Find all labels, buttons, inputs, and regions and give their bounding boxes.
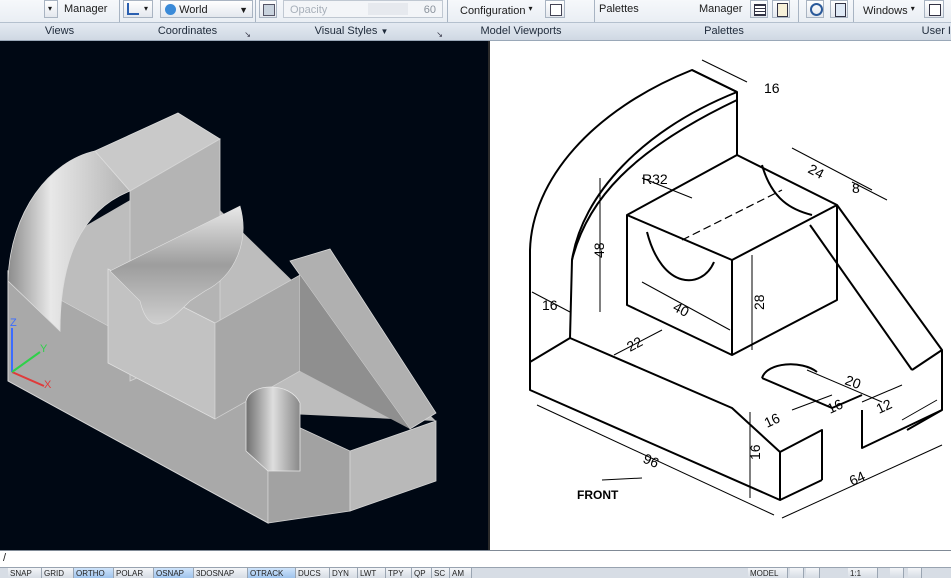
block-top-edge — [626, 214, 733, 261]
dim-16-base: 16 — [747, 444, 763, 460]
dim-16-top: 16 — [764, 80, 780, 96]
groove-line — [681, 189, 783, 241]
front-right-face — [349, 420, 437, 512]
shaded-solid — [7, 112, 437, 524]
status-bar: SNAP GRID ORTHO POLAR OSNAP 3DOSNAP OTRA… — [0, 567, 951, 578]
panel-title-coordinates[interactable]: Coordinates ↘ — [120, 23, 255, 40]
switch-windows-button[interactable]: Windows ▾ — [863, 0, 915, 18]
ribbon: ▾ Manager ▾ World ▼ Opacity 60 Configura… — [0, 0, 951, 41]
front-step — [779, 429, 823, 480]
base-outline — [529, 362, 781, 501]
opacity-slider[interactable]: Opacity 60 — [283, 0, 443, 18]
dim-96: 96 — [641, 450, 662, 471]
views-dropdown[interactable]: ▾ — [44, 0, 58, 18]
dim-8: 8 — [852, 180, 860, 196]
window-icon — [929, 4, 941, 16]
cube-icon — [263, 4, 275, 16]
groove-arc — [646, 231, 715, 282]
isometric-drawing: 16 24 8 R32 48 16 40 28 22 20 16 16 12 1… — [529, 59, 943, 519]
ucs-icon — [127, 3, 139, 15]
quickcalc-button[interactable] — [830, 0, 848, 18]
calculator-icon — [835, 3, 846, 17]
dim-64: 64 — [847, 468, 868, 489]
window-tile-button[interactable] — [924, 0, 944, 18]
chevron-down-icon: ▾ — [910, 4, 915, 13]
quarter-round — [529, 69, 738, 362]
dim-40: 40 — [671, 299, 692, 321]
panel-title-palettes[interactable]: Palettes — [595, 23, 853, 40]
chevron-down-icon: ▾ — [144, 4, 149, 13]
panel-title-user-interface[interactable]: User I — [854, 23, 951, 40]
dim-20: 20 — [843, 372, 863, 392]
chevron-down-icon: ▾ — [48, 4, 53, 13]
chevron-down-icon: ▼ — [239, 5, 248, 15]
chevron-down-icon: ▼ — [380, 27, 389, 36]
viewport-configuration-button[interactable]: Configuration ▾ — [460, 0, 533, 18]
ucs-named-select[interactable]: World ▼ — [160, 0, 253, 18]
design-center-button[interactable] — [772, 0, 790, 18]
ucs-y-label: Y — [40, 343, 48, 355]
command-line[interactable]: / — [0, 550, 951, 568]
dim-16-slot-2: 16 — [825, 396, 846, 417]
sheet-set-manager-button[interactable]: Manager — [699, 0, 742, 18]
ucs-x-axis — [11, 371, 45, 387]
ucs-axes-icon: Z X Y — [10, 317, 52, 391]
base-top-edge — [529, 337, 781, 453]
ucs-z-label: Z — [10, 317, 17, 329]
rib-edge — [809, 224, 913, 371]
front-arrow — [601, 477, 643, 481]
model-viewport-3d[interactable]: Z X Y — [0, 41, 488, 550]
command-prompt: / — [3, 552, 7, 564]
opacity-slider-fill — [368, 3, 408, 15]
panel-title-views[interactable]: Views — [0, 23, 119, 40]
dim-28: 28 — [751, 294, 767, 310]
properties-palette-button[interactable] — [750, 0, 768, 18]
dim-22: 22 — [624, 333, 645, 355]
ucs-y-axis — [11, 351, 41, 373]
magnifier-icon — [810, 3, 823, 16]
globe-icon — [165, 4, 176, 15]
view-manager-button[interactable]: Manager — [64, 0, 107, 18]
right-side — [861, 409, 943, 449]
chevron-down-icon: ▾ — [528, 4, 533, 13]
ucs-x-label: X — [44, 379, 52, 391]
rib — [836, 204, 943, 431]
dim-48: 48 — [591, 242, 607, 258]
grid-icon — [754, 4, 766, 16]
dim-r32: R32 — [642, 171, 668, 187]
ribbon-panel-titles: Views Coordinates ↘ Visual Styles ▼ ↘ Mo… — [0, 22, 951, 40]
xray-button[interactable] — [259, 0, 277, 18]
viewport-icon — [550, 4, 562, 16]
drawing-viewport[interactable]: 16 24 8 R32 48 16 40 28 22 20 16 16 12 1… — [488, 41, 951, 550]
dim-12: 12 — [874, 396, 895, 417]
panel-title-visual-styles[interactable]: Visual Styles ▼ ↘ — [256, 23, 447, 40]
dim-16-left: 16 — [542, 297, 558, 313]
slot-hole — [245, 386, 301, 472]
front-label: FRONT — [577, 488, 619, 502]
viewport-join-button[interactable] — [545, 0, 565, 18]
dim-16-slot: 16 — [762, 410, 783, 431]
markup-button[interactable] — [806, 0, 824, 18]
tool-palettes-button[interactable]: Palettes — [599, 0, 639, 18]
block-top-right — [731, 204, 838, 261]
panel-title-model-viewports[interactable]: Model Viewports — [448, 23, 594, 40]
base-right-edge — [779, 479, 823, 501]
dim-24: 24 — [806, 161, 827, 183]
clipboard-icon — [777, 3, 788, 17]
dimension-labels: 16 24 8 R32 48 16 40 28 22 20 16 16 12 1… — [542, 80, 895, 502]
ucs-icon-button[interactable]: ▾ — [123, 0, 153, 18]
rib-bottom — [911, 349, 943, 371]
groove-arc-back — [761, 164, 813, 216]
